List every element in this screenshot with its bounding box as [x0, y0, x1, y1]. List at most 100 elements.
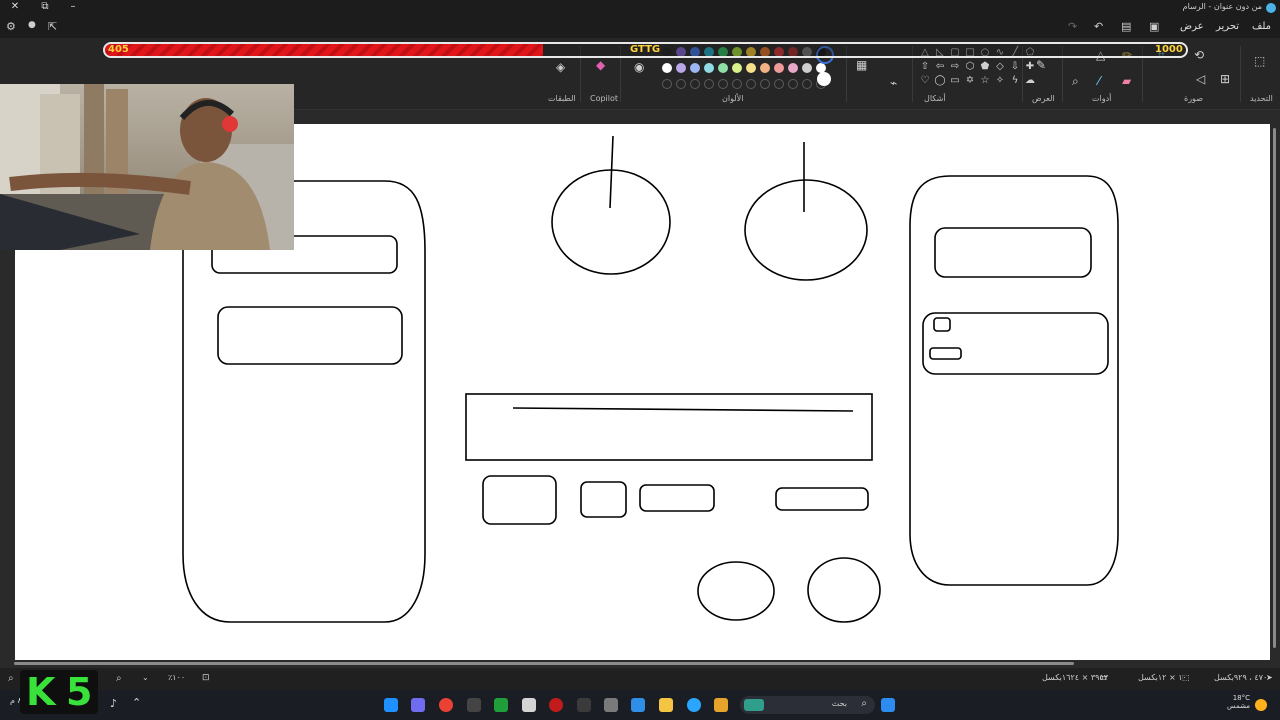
settings-icon[interactable]: ⚙	[6, 20, 16, 33]
star-shape-icon[interactable]: ☆	[978, 74, 992, 87]
fit-window-icon[interactable]: ⊡	[202, 673, 210, 683]
callout-rect-shape-icon[interactable]: ▭	[948, 74, 962, 87]
unity-icon[interactable]	[604, 698, 618, 712]
account-icon[interactable]: ●	[28, 20, 36, 30]
cursor-position: ٤٧٠ ، ٩٢٩بكسل	[1214, 673, 1268, 682]
layers-icon[interactable]: ◈	[556, 60, 565, 74]
overlay-health-fill	[105, 44, 543, 56]
color-swatch[interactable]	[732, 79, 742, 89]
sun-icon	[1255, 699, 1267, 711]
pentagon-shape-icon[interactable]: ⬟	[978, 60, 992, 73]
copilot-taskbar-icon[interactable]	[411, 698, 425, 712]
lightning-shape-icon[interactable]: ϟ	[1008, 74, 1022, 87]
color-pick-tool-icon[interactable]: ⁄	[1098, 74, 1100, 88]
star-four-shape-icon[interactable]: ✧	[993, 74, 1007, 87]
eraser-icon[interactable]: ▰	[1122, 74, 1131, 88]
rotate-icon[interactable]: ⟲	[1194, 48, 1204, 62]
brush-icon[interactable]: ✎	[1036, 58, 1046, 72]
color-swatch[interactable]	[662, 63, 672, 73]
color-swatch[interactable]	[690, 79, 700, 89]
color-swatch[interactable]	[690, 63, 700, 73]
save-icon[interactable]: ▣	[1149, 20, 1159, 33]
color-swatch[interactable]	[774, 79, 784, 89]
color-swatch[interactable]	[788, 63, 798, 73]
webcam-overlay	[0, 84, 294, 250]
menu-edit[interactable]: تحرير	[1216, 21, 1239, 32]
color-swatch[interactable]	[746, 63, 756, 73]
cloud-shape-icon[interactable]: ☁	[1023, 74, 1037, 87]
display-line	[512, 407, 854, 412]
fill-icon[interactable]: ▦	[856, 58, 867, 72]
tray-chevron-icon[interactable]: ⌃	[132, 696, 141, 709]
copilot-icon[interactable]: ◆	[596, 58, 605, 72]
arrow-down-shape-icon[interactable]: ⇩	[1008, 60, 1022, 73]
redo-icon[interactable]: ↷	[1068, 20, 1077, 33]
color-swatch[interactable]	[676, 63, 686, 73]
left-middle-box	[217, 306, 403, 365]
color-swatch[interactable]	[718, 79, 728, 89]
color-swatch[interactable]	[718, 63, 728, 73]
chrome-icon[interactable]	[439, 698, 453, 712]
obs-icon[interactable]	[577, 698, 591, 712]
color-swatch[interactable]	[802, 79, 812, 89]
resize-icon[interactable]: ⊞	[1220, 72, 1230, 86]
restore-icon[interactable]: ⧉	[38, 1, 52, 12]
button-box-4	[775, 487, 869, 511]
secondary-color-swatch[interactable]	[817, 72, 831, 86]
save-as-icon[interactable]: ▤	[1121, 20, 1131, 33]
cross-shape-icon[interactable]: ✚	[1023, 60, 1037, 73]
undo-icon[interactable]: ↶	[1094, 20, 1103, 33]
taskbar-search[interactable]: بحث ⌕	[740, 696, 875, 714]
file-explorer-icon[interactable]	[659, 698, 673, 712]
color-swatch[interactable]	[774, 63, 784, 73]
zoom-level[interactable]: ٪١٠٠	[168, 673, 185, 682]
color-swatch[interactable]	[802, 63, 812, 73]
arrow-right-shape-icon[interactable]: ⇨	[948, 60, 962, 73]
arrow-up-shape-icon[interactable]: ⇧	[918, 60, 932, 73]
color-swatch[interactable]	[662, 79, 672, 89]
zoom-icon[interactable]: ⌕	[1072, 74, 1079, 89]
start-icon[interactable]	[881, 698, 895, 712]
flip-icon[interactable]: ◁	[1196, 72, 1205, 86]
opera-icon[interactable]	[549, 698, 563, 712]
weather-temp: 18°C	[1232, 694, 1250, 702]
callout-oval-shape-icon[interactable]: ◯	[933, 74, 947, 87]
color-picker-icon[interactable]: ◉	[634, 60, 644, 74]
copilot-app-icon[interactable]	[714, 698, 728, 712]
edge-icon[interactable]	[384, 698, 398, 712]
star-six-shape-icon[interactable]: ✡	[963, 74, 977, 87]
color-swatch[interactable]	[746, 79, 756, 89]
browser-icon[interactable]	[687, 698, 701, 712]
right-knob	[744, 179, 868, 281]
share-icon[interactable]: ⇱	[48, 20, 57, 33]
vertical-scrollbar[interactable]	[1270, 124, 1280, 660]
color-swatch[interactable]	[788, 79, 798, 89]
arrow-left-shape-icon[interactable]: ⇦	[933, 60, 947, 73]
color-swatch[interactable]	[760, 63, 770, 73]
color-swatch[interactable]	[676, 79, 686, 89]
github-icon[interactable]	[522, 698, 536, 712]
color-swatch[interactable]	[704, 63, 714, 73]
hexagon-shape-icon[interactable]: ⬡	[963, 60, 977, 73]
weather-widget[interactable]: 18°C مشمس	[1200, 694, 1250, 710]
zoom-in-icon[interactable]: ⌕	[116, 673, 122, 684]
menu-view[interactable]: عرض	[1180, 21, 1204, 32]
xbox-icon[interactable]	[494, 698, 508, 712]
color-swatch[interactable]	[732, 63, 742, 73]
color-swatch[interactable]	[704, 79, 714, 89]
horizontal-scrollbar[interactable]	[0, 660, 1280, 668]
select-icon[interactable]: ⬚	[1254, 54, 1265, 68]
outline-icon[interactable]: ⌁	[890, 76, 897, 90]
menu-file[interactable]: ملف	[1252, 21, 1271, 32]
color-swatch[interactable]	[760, 79, 770, 89]
zoom-out-icon[interactable]: ⌕	[8, 673, 14, 684]
minimize-icon[interactable]: –	[66, 1, 80, 12]
button-box-1	[482, 475, 557, 525]
diamond-shape-icon[interactable]: ◇	[993, 60, 1007, 73]
heart-shape-icon[interactable]: ♡	[918, 74, 932, 87]
zoom-dropdown-icon[interactable]: ⌄	[142, 673, 149, 682]
microphone-icon[interactable]: ♪	[110, 697, 117, 710]
paint-taskbar-icon[interactable]	[631, 698, 645, 712]
close-icon[interactable]: ✕	[8, 1, 22, 12]
steam-icon[interactable]	[467, 698, 481, 712]
